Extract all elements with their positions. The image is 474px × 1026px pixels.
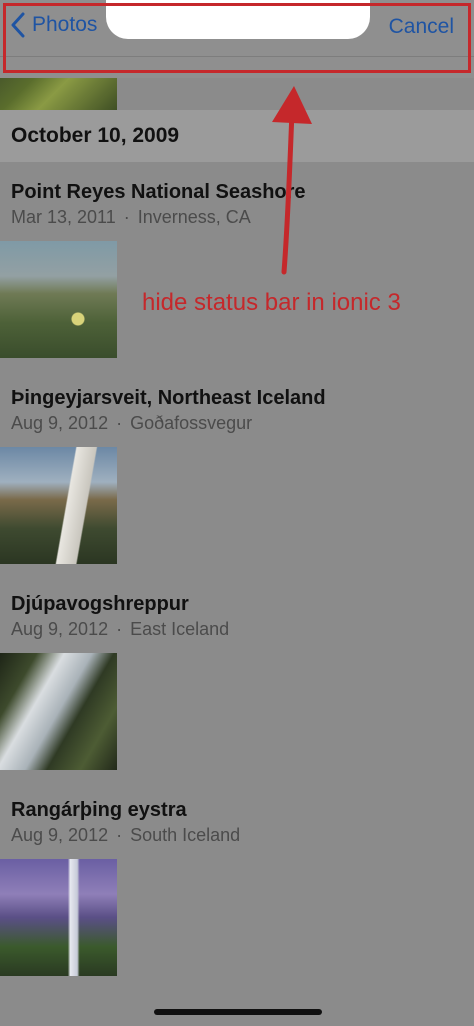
section-date: October 10, 2009 bbox=[11, 124, 180, 147]
entry-title: Þingeyjarsveit, Northeast Iceland bbox=[11, 387, 326, 409]
separator: · bbox=[116, 413, 123, 433]
home-indicator[interactable] bbox=[154, 1009, 322, 1015]
photo-thumbnail[interactable] bbox=[0, 653, 117, 770]
entry-title: Rangárþing eystra bbox=[11, 799, 187, 821]
entry-date: Aug 9, 2012 bbox=[11, 825, 109, 845]
photo-thumbnail[interactable] bbox=[0, 447, 117, 564]
annotation-text: hide status bar in ionic 3 bbox=[142, 289, 401, 316]
entry-title: Point Reyes National Seashore bbox=[11, 181, 306, 203]
separator: · bbox=[116, 825, 123, 845]
entry-title: Djúpavogshreppur bbox=[11, 593, 189, 615]
entry-meta: Mar 13, 2011 · Inverness, CA bbox=[11, 207, 251, 228]
entry-date: Aug 9, 2012 bbox=[11, 413, 109, 433]
entry-meta: Aug 9, 2012 · Goðafossvegur bbox=[11, 413, 252, 434]
entry-location: Goðafossvegur bbox=[130, 413, 253, 433]
entry-location: East Iceland bbox=[130, 619, 230, 639]
separator: · bbox=[116, 619, 123, 639]
entry-location: South Iceland bbox=[130, 825, 241, 845]
photo-thumbnail[interactable] bbox=[0, 859, 117, 976]
entry-date: Aug 9, 2012 bbox=[11, 619, 109, 639]
entry-meta: Aug 9, 2012 · East Iceland bbox=[11, 619, 229, 640]
entry-location: Inverness, CA bbox=[137, 207, 251, 227]
entry-meta: Aug 9, 2012 · South Iceland bbox=[11, 825, 240, 846]
section-header: October 10, 2009 bbox=[0, 110, 474, 162]
annotation-highlight-box bbox=[3, 3, 471, 73]
photo-picker-screen: Photos Cancel October 10, 2009 Point Rey… bbox=[0, 0, 474, 1026]
entry-date: Mar 13, 2011 bbox=[11, 207, 116, 227]
photo-thumbnail[interactable] bbox=[0, 241, 117, 358]
separator: · bbox=[123, 207, 130, 227]
